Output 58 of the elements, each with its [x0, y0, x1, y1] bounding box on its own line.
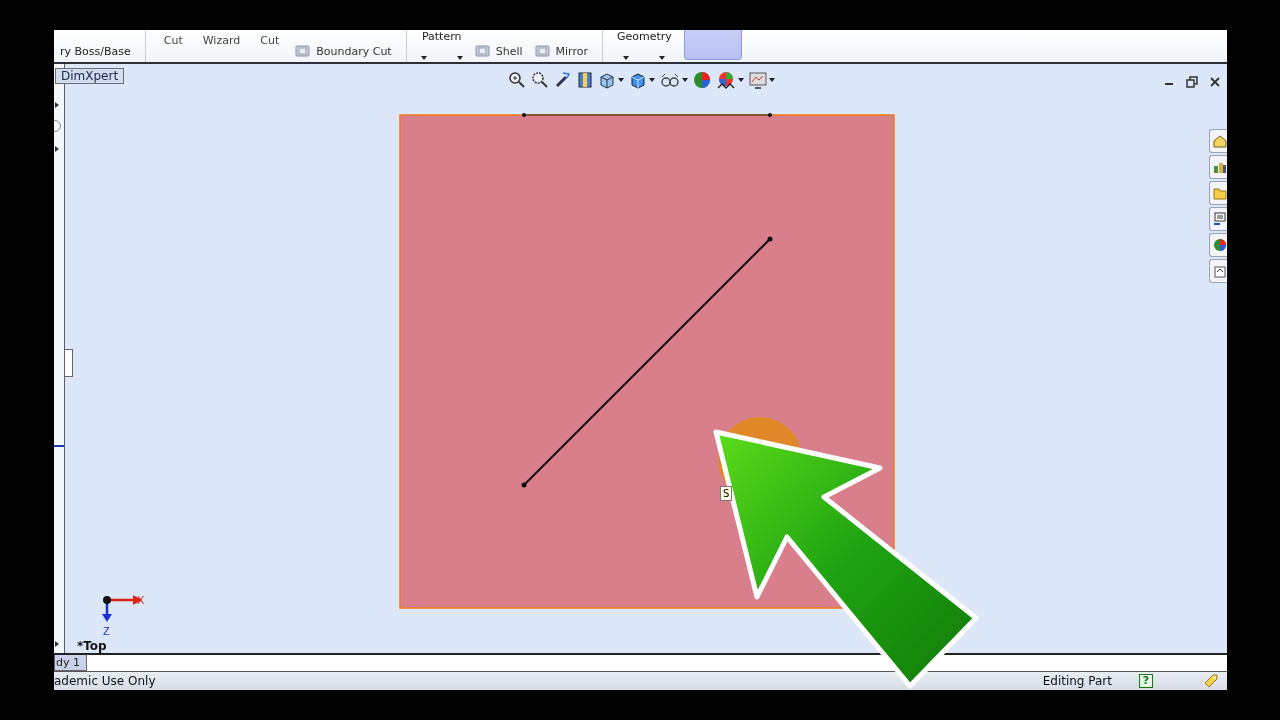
cube-icon[interactable] [629, 71, 647, 89]
restore-icon[interactable] [1186, 76, 1198, 88]
caret-icon[interactable] [659, 56, 666, 60]
taskpane-tab[interactable] [1209, 155, 1227, 179]
ribbon-command[interactable]: ry Boss/Base [60, 45, 131, 58]
view-palette-icon [1213, 212, 1227, 226]
ribbon-command[interactable]: Wizard [202, 34, 241, 47]
caret-icon[interactable] [456, 56, 463, 60]
view-label: *Top [77, 639, 107, 653]
glasses-icon[interactable] [660, 72, 680, 88]
ribbon-command[interactable]: Cut [260, 34, 280, 47]
document-tab[interactable]: dy 1 [54, 655, 87, 671]
tag-icon[interactable] [1203, 673, 1219, 689]
dimxpert-tab[interactable]: DimXpert [55, 68, 125, 84]
axis-label: Z [103, 625, 110, 637]
feature-icon [534, 44, 551, 58]
collapse-handle[interactable] [65, 349, 73, 377]
monitor-icon[interactable] [749, 71, 767, 89]
axis-label: X [137, 594, 145, 606]
caret-icon[interactable] [623, 56, 630, 60]
cube-icon[interactable] [598, 71, 616, 89]
taskpane-tab[interactable] [1209, 233, 1227, 257]
home-icon [1213, 134, 1227, 148]
axis-triad [102, 595, 142, 622]
caret-icon[interactable] [769, 78, 775, 82]
caret-icon[interactable] [649, 78, 655, 82]
taskpane-tab[interactable] [1209, 259, 1227, 283]
expand-icon[interactable] [55, 641, 59, 647]
status-text: Editing Part [1042, 674, 1112, 688]
help-button[interactable]: ? [1139, 674, 1153, 688]
zoom-fit-icon[interactable] [508, 71, 526, 89]
caret-icon[interactable] [618, 78, 624, 82]
ribbon-command[interactable]: Cut [163, 34, 183, 47]
ribbon-command[interactable]: Mirror [534, 44, 588, 58]
caret-icon[interactable] [420, 56, 427, 60]
close-icon[interactable] [1209, 76, 1221, 88]
caret-icon[interactable] [682, 78, 688, 82]
scene-icon[interactable] [716, 71, 736, 89]
taskpane-tab[interactable] [1209, 207, 1227, 231]
document-icon [1213, 264, 1227, 278]
license-text: ademic Use Only [54, 674, 156, 688]
zoom-area-icon[interactable] [531, 71, 549, 89]
expand-icon[interactable] [55, 146, 59, 152]
feature-icon [295, 44, 312, 58]
ribbon-command[interactable]: Shell [474, 44, 523, 58]
ribbon-command[interactable]: Pattern [421, 30, 462, 43]
ribbon-command[interactable]: Boundary Cut [295, 44, 392, 58]
taskpane-tab[interactable] [1209, 129, 1227, 153]
sketch-line[interactable] [522, 113, 772, 117]
tooltip: S [720, 486, 733, 501]
appearance-icon[interactable] [693, 71, 711, 89]
ribbon-command[interactable]: Geometry [616, 30, 672, 43]
feature-icon [474, 44, 491, 58]
appearance-icon [1213, 238, 1227, 252]
folder-icon [1213, 186, 1227, 200]
parts-icon [1213, 160, 1227, 174]
expand-icon[interactable] [55, 102, 59, 108]
caret-icon[interactable] [738, 78, 744, 82]
